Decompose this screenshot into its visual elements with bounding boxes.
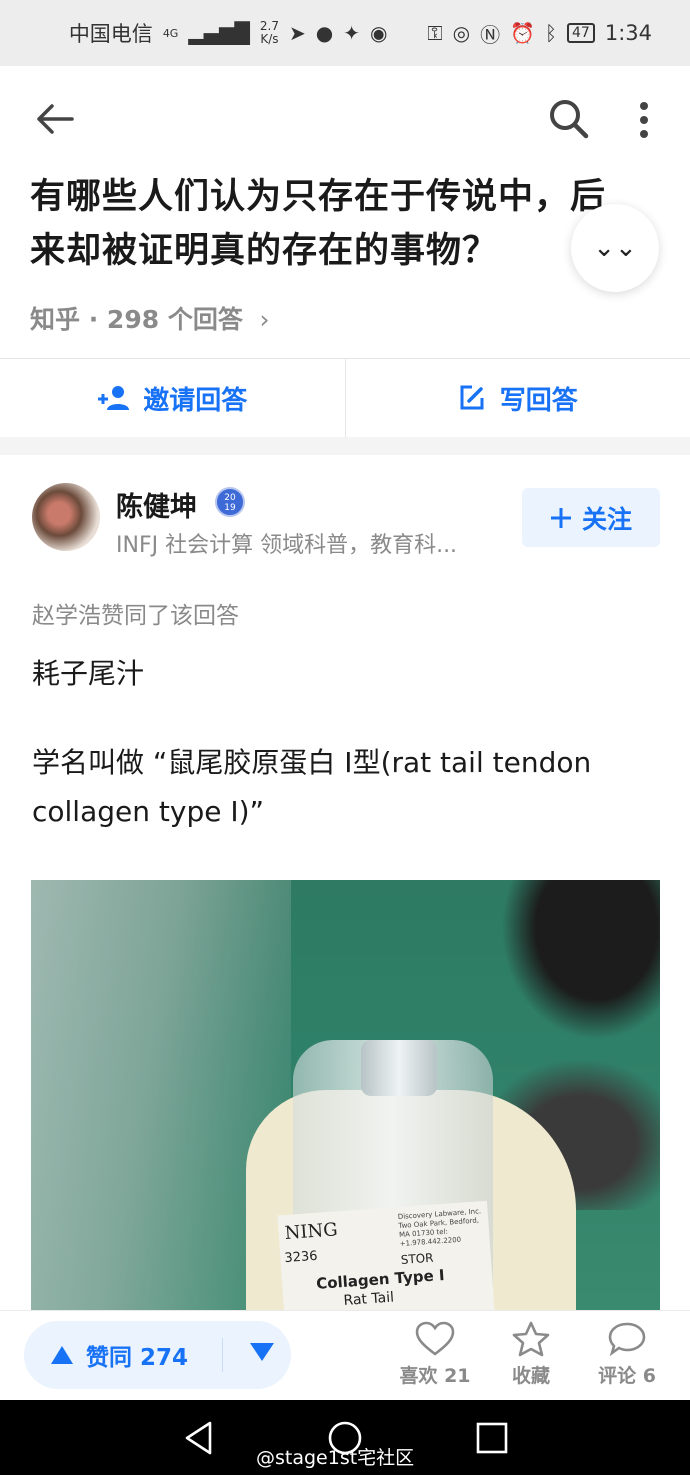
avatar[interactable] [32, 483, 100, 551]
double-chevron-down-icon: ⌄⌄ [593, 233, 637, 263]
upvote-button[interactable]: 赞同 274 [24, 1338, 200, 1372]
follow-button[interactable]: 关注 [522, 488, 660, 547]
comment-button[interactable]: 评论 6 [582, 1321, 672, 1388]
label-address: Discovery Labware, Inc. Two Oak Park, Be… [397, 1207, 482, 1248]
badge-year-line-2: 19 [224, 503, 236, 513]
question-title-line-1: 有哪些人们认为只存在于传说中，后 [30, 177, 607, 217]
nfc-icon: Ⓝ [480, 22, 501, 47]
triangle-up-icon [51, 1346, 73, 1364]
divider [222, 1338, 223, 1372]
favorite-label: 收藏 [511, 1365, 550, 1387]
star-icon [512, 1321, 550, 1357]
expand-question-button[interactable]: ⌄⌄ [571, 204, 659, 292]
network-type: 4G [162, 26, 179, 40]
downvote-button[interactable] [249, 1342, 275, 1368]
add-person-icon [98, 386, 130, 410]
vote-control: 赞同 274 [24, 1321, 291, 1389]
triangle-down-icon [250, 1343, 274, 1361]
status-bar: 中国电信 4G ▂▄▆█ 2.7 K/s ➤ ● ✦ ◉ ⚿ ◎ Ⓝ ⏰ ᛒ 4… [0, 0, 690, 66]
network-speed: 2.7 K/s [260, 20, 279, 46]
send-icon: ➤ [288, 21, 306, 45]
photo-bottle-cap [361, 1040, 437, 1096]
favorite-button[interactable]: 收藏 [486, 1321, 576, 1388]
author-name[interactable]: 陈健坤 [116, 485, 197, 524]
nav-recents-icon[interactable] [476, 1422, 508, 1454]
battery-icon: 47 [567, 23, 595, 43]
key-icon: ⚿ [427, 21, 443, 45]
weibo-watermark: @stage1st宅社区 [256, 1447, 415, 1469]
follow-label: 关注 [581, 504, 632, 534]
answer-paragraph: 耗子尾汁 [32, 657, 145, 690]
invite-answer-button[interactable]: 邀请回答 [0, 359, 345, 437]
twitter-icon: ✦ [343, 21, 360, 45]
label-catalog-number: 3236 [283, 1248, 318, 1267]
top-app-bar [0, 66, 690, 172]
author-bio: INFJ 社会计算 领域科普，教育科... [116, 533, 458, 558]
label-subtitle: Rat Tail [342, 1289, 395, 1310]
answer-paragraph: 学名叫做 “鼠尾胶原蛋白 I型(rat tail tendon collagen… [32, 746, 592, 828]
like-button[interactable]: 喜欢 21 [390, 1321, 480, 1388]
clock: 1:34 [604, 21, 652, 45]
liked-by-note: 赵学浩赞同了该回答 [32, 603, 239, 629]
year-badge-icon: 20 19 [215, 487, 245, 517]
section-gap [0, 437, 690, 455]
bottom-action-bar: 赞同 274 喜欢 21 收藏 评论 6 [0, 1310, 690, 1401]
comment-label: 评论 6 [598, 1365, 656, 1387]
question-meta[interactable]: 知乎 · 298 个回答 › [30, 300, 270, 336]
label-brand: NING [283, 1219, 339, 1244]
back-arrow-icon[interactable] [32, 96, 78, 142]
source-label: 知乎 [30, 305, 81, 334]
edit-icon [460, 385, 484, 410]
answer-photo[interactable]: NING Discovery Labware, Inc. Two Oak Par… [31, 880, 660, 1310]
label-product: Collagen Type I [315, 1265, 446, 1293]
label-storage: STOR [400, 1250, 434, 1267]
photo-bottle-label: NING Discovery Labware, Inc. Two Oak Par… [277, 1200, 495, 1310]
chevron-right-icon: › [259, 305, 270, 334]
like-label: 喜欢 21 [399, 1365, 471, 1387]
search-icon[interactable] [546, 96, 590, 140]
plus-icon [550, 507, 571, 528]
carrier-label: 中国电信 [68, 22, 153, 46]
nav-back-icon[interactable] [183, 1420, 213, 1456]
wechat-icon: ◉ [369, 21, 388, 45]
comment-bubble-icon [608, 1322, 646, 1357]
speed-value: 2.7 [259, 19, 279, 33]
question-title[interactable]: 有哪些人们认为只存在于传说中，后 来却被证明真的存在的事物？ [30, 170, 640, 278]
answer-count: · 298 个回答 [88, 305, 243, 334]
eye-icon: ◎ [452, 21, 471, 45]
write-answer-label: 写回答 [499, 385, 578, 416]
bluetooth-icon: ᛒ [545, 21, 557, 45]
invite-answer-label: 邀请回答 [143, 385, 248, 416]
speed-unit: K/s [260, 32, 279, 46]
question-title-line-2: 来却被证明真的存在的事物？ [30, 231, 499, 271]
signal-icon: ▂▄▆█ [188, 21, 250, 45]
heart-icon [415, 1321, 455, 1356]
photo-chair [501, 880, 660, 1040]
qq-icon: ● [315, 21, 334, 45]
write-answer-button[interactable]: 写回答 [346, 359, 690, 437]
badge-year-line-1: 20 [224, 493, 236, 503]
upvote-label: 赞同 274 [86, 1345, 189, 1371]
more-options-icon[interactable] [632, 98, 656, 142]
question-actions: 邀请回答 写回答 [0, 359, 690, 437]
alarm-icon: ⏰ [510, 21, 535, 45]
